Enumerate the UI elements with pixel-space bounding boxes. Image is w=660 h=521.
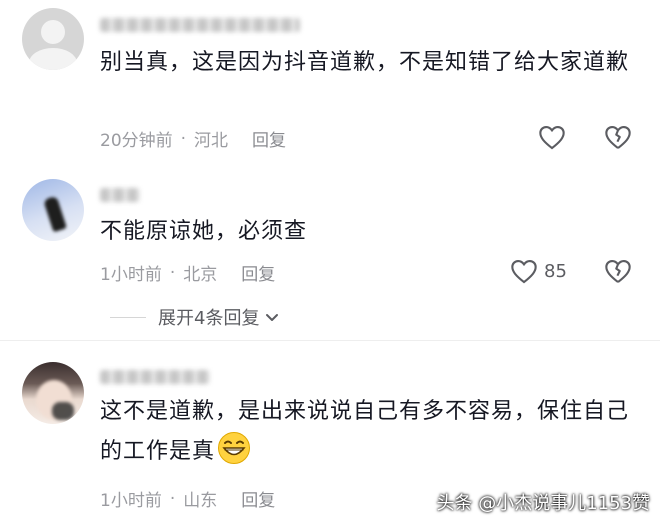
username-blurred[interactable]	[100, 18, 300, 32]
grinning-emoji-icon	[218, 432, 251, 464]
avatar[interactable]	[22, 179, 84, 241]
expand-replies-label: 展开4条回复	[158, 308, 260, 329]
comment-location: 河北	[194, 131, 229, 151]
like-button[interactable]: 85	[510, 258, 567, 284]
comment-text: 别当真，这是因为抖音道歉，不是知错了给大家道歉	[100, 50, 630, 75]
separator-dot: ·	[169, 488, 176, 509]
broken-heart-icon	[605, 126, 631, 149]
reply-button[interactable]: 回复	[241, 486, 275, 511]
comment-meta: 1小时前 · 山东 回复	[100, 486, 275, 512]
reply-button[interactable]: 回复	[241, 260, 275, 285]
avatar[interactable]	[22, 362, 84, 424]
section-divider	[0, 340, 660, 341]
source-watermark: 头条 @小杰说事儿1153赞	[436, 493, 650, 514]
comment-text: 这不是道歉，是出来说说自己有多不容易，保住自己的工作是真	[100, 393, 640, 471]
expand-divider-line	[110, 316, 146, 318]
comment-time: 1小时前	[100, 491, 162, 511]
reply-button[interactable]: 回复	[252, 126, 286, 151]
username-blurred[interactable]	[100, 370, 210, 384]
like-button[interactable]	[538, 124, 566, 150]
comment-location: 北京	[183, 265, 218, 285]
comment-time: 20分钟前	[100, 131, 173, 151]
dislike-button[interactable]	[604, 258, 632, 284]
broken-heart-icon	[605, 260, 631, 283]
separator-dot: ·	[169, 262, 176, 283]
comment-location: 山东	[183, 491, 218, 511]
like-count: 85	[544, 260, 567, 282]
dislike-button[interactable]	[604, 124, 632, 150]
avatar[interactable]	[22, 8, 84, 70]
heart-outline-icon	[511, 260, 537, 284]
chevron-down-icon	[266, 314, 279, 321]
comment-text-content: 这不是道歉，是出来说说自己有多不容易，保住自己的工作是真	[100, 399, 630, 464]
comment-meta: 20分钟前 · 河北 回复	[100, 126, 286, 152]
separator-dot: ·	[180, 128, 187, 149]
comment-text: 不能原谅她，必须查	[100, 219, 308, 244]
heart-outline-icon	[539, 126, 565, 150]
comment-meta: 1小时前 · 北京 回复	[100, 260, 275, 286]
expand-replies-button[interactable]: 展开4条回复	[110, 304, 281, 330]
username-blurred[interactable]	[100, 188, 140, 202]
comment-time: 1小时前	[100, 265, 162, 285]
